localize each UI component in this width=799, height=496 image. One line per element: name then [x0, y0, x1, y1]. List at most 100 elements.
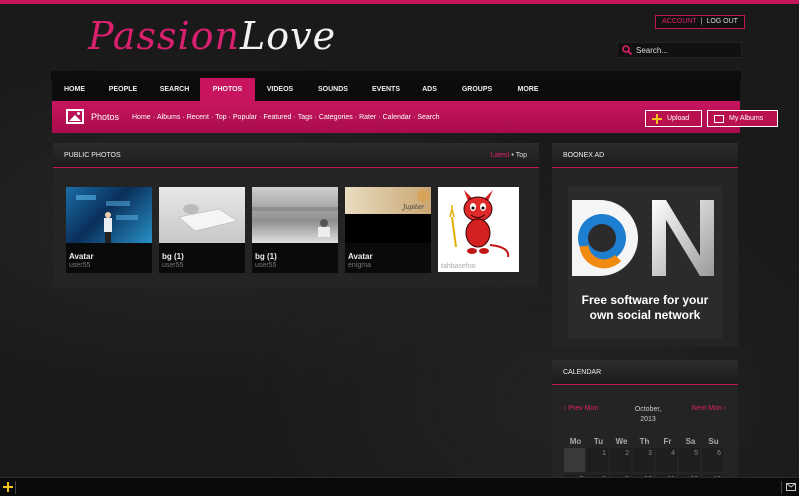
upload-label: Upload	[667, 115, 690, 122]
boonex-logo	[572, 200, 714, 276]
nav-item-groups[interactable]: GROUPS	[448, 78, 506, 101]
photo-thumbnail[interactable]	[252, 187, 338, 243]
logo-part1: Passion	[88, 14, 241, 58]
calendar-title: CALENDAR	[563, 369, 602, 376]
photo-item[interactable]: bg (1) user55	[252, 187, 338, 273]
subnav-link-popular[interactable]: Popular	[233, 114, 257, 121]
ad-line2: own social network	[589, 308, 701, 322]
subnav-link-tags[interactable]: Tags	[298, 114, 313, 121]
boonex-ad-panel: BOONEX AD Free software for your own soc…	[552, 143, 738, 347]
nav-item-photos[interactable]: PHOTOS	[200, 78, 255, 101]
toolbar-divider	[15, 481, 16, 494]
calendar-next-link[interactable]: Next Mon ›	[692, 405, 726, 412]
add-icon[interactable]	[3, 482, 13, 492]
subnav-link-calendar[interactable]: Calendar	[383, 114, 411, 121]
calendar-weekdays: Mo Tu We Th Fr Sa Su	[564, 437, 726, 446]
search-box	[617, 42, 742, 58]
weekday-label: Th	[639, 437, 650, 446]
calendar-day[interactable]: 1	[587, 448, 608, 472]
public-photos-panel: PUBLIC PHOTOS Latest • Top Avatar user55	[53, 143, 539, 287]
weekday-label: Tu	[593, 437, 604, 446]
weekday-label: We	[615, 437, 628, 446]
top-accent-bar	[0, 0, 799, 4]
nav-item-sounds[interactable]: SOUNDS	[305, 78, 361, 101]
my-albums-button[interactable]: My Albums	[707, 110, 778, 127]
photo-item[interactable]: Avatar user55	[66, 187, 152, 273]
public-photos-title: PUBLIC PHOTOS	[64, 152, 121, 159]
boonex-ad-title: BOONEX AD	[563, 152, 605, 159]
photo-thumbnail[interactable]: Jupiter	[345, 187, 431, 214]
logout-link[interactable]: LOG OUT	[706, 18, 738, 25]
thumbnail-text: Jupiter	[403, 204, 424, 211]
photo-thumbnail[interactable]	[159, 187, 245, 243]
nav-item-events[interactable]: EVENTS	[361, 78, 411, 101]
nav-item-search[interactable]: SEARCH	[149, 78, 200, 101]
search-input[interactable]	[636, 45, 736, 55]
subnav-link-featured[interactable]: Featured	[263, 114, 291, 121]
weekday-label: Fr	[663, 437, 672, 446]
public-photos-header: PUBLIC PHOTOS Latest • Top	[53, 143, 539, 168]
photo-caption[interactable]: bg (1)	[162, 252, 184, 261]
photo-thumbnail[interactable]	[438, 187, 519, 262]
calendar-header: CALENDAR	[552, 360, 738, 385]
subnav-link-recent[interactable]: Recent	[187, 114, 209, 121]
photo-icon	[66, 109, 84, 124]
photo-item[interactable]: tahbasefoo	[438, 187, 519, 272]
nav-item-home[interactable]: HOME	[52, 78, 97, 101]
public-photos-tabs: Latest • Top	[490, 152, 527, 159]
calendar-day[interactable]: 4	[656, 448, 677, 472]
calendar-day[interactable]: 3	[633, 448, 654, 472]
subnav-link-home[interactable]: Home	[132, 114, 151, 121]
subnav-link-search[interactable]: Search	[417, 114, 439, 121]
toolbar-divider	[781, 481, 782, 494]
photo-grid: Avatar user55 bg (1) user55 bg (1) user5…	[66, 187, 526, 273]
nav-item-more[interactable]: MORE	[506, 78, 550, 101]
logo-part2: Love	[240, 14, 337, 58]
photo-author[interactable]: user55	[162, 262, 183, 269]
main-nav: HOME PEOPLE SEARCH PHOTOS VIDEOS SOUNDS …	[52, 78, 740, 101]
subnav-link-rater[interactable]: Rater	[359, 114, 376, 121]
subnav-link-categories[interactable]: Categories	[319, 114, 353, 121]
photo-author[interactable]: enigma	[348, 262, 371, 269]
plus-icon	[652, 113, 662, 124]
calendar-day[interactable]: 5	[679, 448, 700, 472]
photo-thumbnail[interactable]	[66, 187, 152, 243]
my-albums-label: My Albums	[729, 115, 764, 122]
weekday-label: Mo	[569, 437, 582, 446]
subnav-link-albums[interactable]: Albums	[157, 114, 180, 121]
tab-separator: •	[511, 152, 514, 159]
photo-caption[interactable]: Avatar	[348, 252, 373, 261]
photo-author[interactable]: user55	[255, 262, 276, 269]
photo-caption[interactable]: bg (1)	[255, 252, 277, 261]
calendar-prev-link[interactable]: ‹ Prev Mon	[564, 405, 598, 412]
bottom-toolbar	[0, 477, 799, 496]
account-link[interactable]: ACCOUNT	[662, 18, 697, 25]
account-separator: |	[700, 18, 703, 25]
photo-item[interactable]: Jupiter Avatar enigma	[345, 187, 431, 273]
calendar-week: 1 2 3 4 5 6	[564, 448, 726, 472]
site-logo[interactable]: PassionLove	[88, 14, 336, 58]
subnav-link-top[interactable]: Top	[215, 114, 226, 121]
upload-button[interactable]: Upload	[645, 110, 702, 127]
boonex-ad-banner[interactable]: Free software for your own social networ…	[568, 186, 722, 339]
weekday-label: Sa	[685, 437, 696, 446]
nav-item-ads[interactable]: ADS	[411, 78, 448, 101]
calendar-day[interactable]: 2	[610, 448, 631, 472]
mail-icon[interactable]	[786, 483, 796, 491]
photo-item[interactable]: bg (1) user55	[159, 187, 245, 273]
subnav-links: Home · Albums · Recent · Top · Popular · Feat…	[132, 114, 440, 121]
tab-latest[interactable]: Latest	[490, 152, 509, 159]
photo-caption[interactable]: Avatar	[69, 252, 94, 261]
album-icon	[714, 114, 724, 123]
calendar-month: October, 2013	[634, 406, 662, 423]
boonex-ad-header: BOONEX AD	[552, 143, 738, 168]
photo-author[interactable]: tahbasefoo	[441, 263, 476, 270]
calendar-day[interactable]: 6	[702, 448, 723, 472]
tab-top[interactable]: Top	[516, 152, 527, 159]
photos-subnav: Photos Home · Albums · Recent · Top · Popula…	[52, 101, 778, 133]
photo-author[interactable]: user55	[69, 262, 90, 269]
weekday-label: Su	[708, 437, 719, 446]
search-icon	[622, 45, 632, 55]
nav-item-people[interactable]: PEOPLE	[97, 78, 149, 101]
nav-item-videos[interactable]: VIDEOS	[255, 78, 305, 101]
